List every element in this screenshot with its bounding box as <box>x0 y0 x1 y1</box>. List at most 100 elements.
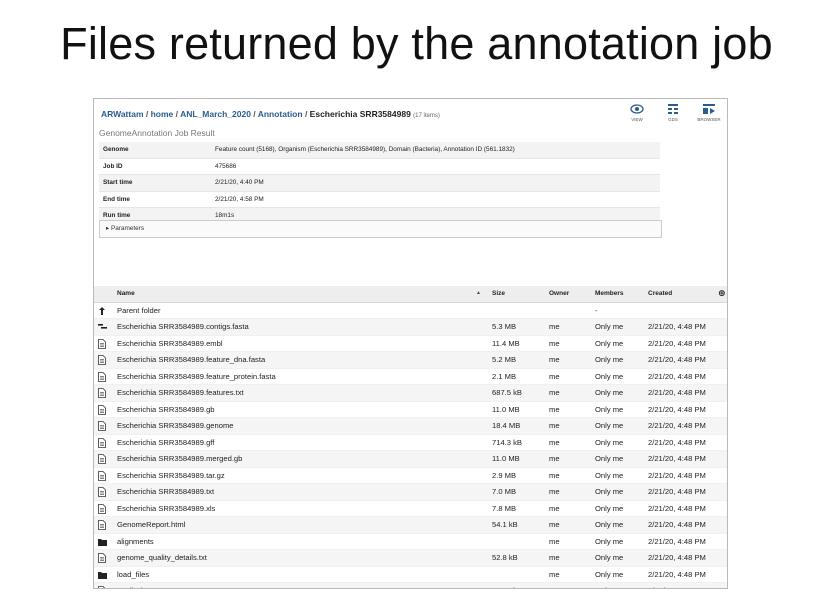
document-icon <box>97 385 107 401</box>
file-row[interactable]: Escherichia SRR3584989.contigs.fasta 5.3 … <box>94 319 727 336</box>
parent-folder-row[interactable]: Parent folder - <box>94 303 727 319</box>
file-owner: me <box>549 553 560 562</box>
view-button[interactable]: VIEW <box>623 103 651 122</box>
column-size[interactable]: Size <box>492 286 505 302</box>
job-result-title: GenomeAnnotation Job Result <box>99 128 215 138</box>
file-row[interactable]: Escherichia SRR3584989.feature_protein.f… <box>94 369 727 385</box>
file-members: Only me <box>595 553 624 562</box>
file-owner: me <box>549 388 560 397</box>
file-created: 2/21/20, 4:48 PM <box>648 454 706 463</box>
file-created: 2/21/20, 4:48 PM <box>648 404 706 414</box>
file-name: Escherichia SRR3584989.txt <box>117 487 215 496</box>
file-created: 2/21/20, 4:48 PM <box>648 371 706 381</box>
file-row[interactable]: Escherichia SRR3584989.gb 11.0 MB me Only m… <box>94 402 727 418</box>
file-row[interactable]: Escherichia SRR3584989.features.txt 687.5… <box>94 385 727 402</box>
column-created[interactable]: Created <box>648 286 672 302</box>
document-icon <box>97 435 107 451</box>
browser-button[interactable]: BROWSER <box>695 103 723 122</box>
file-name: Escherichia SRR3584989.genome <box>117 421 234 430</box>
file-row[interactable]: Escherichia SRR3584989.tar.gz 2.9 MB me Onl… <box>94 468 727 484</box>
job-meta-row: Start time 2/21/20, 4:40 PM <box>99 174 660 192</box>
breadcrumb-subfolder[interactable]: Annotation <box>258 109 303 119</box>
job-meta-row: End time 2/21/20, 4:58 PM <box>99 191 660 208</box>
breadcrumb-current: Escherichia SRR3584989 <box>309 109 411 119</box>
parameters-toggle[interactable]: ▸ Parameters <box>99 220 662 238</box>
document-icon <box>97 583 107 588</box>
file-members: Only me <box>595 355 624 364</box>
file-name: GenomeReport.html <box>117 520 186 529</box>
file-row[interactable]: Escherichia SRR3584989.xls 7.8 MB me Only m… <box>94 501 727 517</box>
breadcrumb: ARWattam / home / ANL_March_2020 / Annot… <box>101 109 440 119</box>
file-size: 5.3 MB <box>492 322 517 331</box>
job-meta-row: Job ID 475686 <box>99 158 660 175</box>
file-name: genome_quality_details.txt <box>117 553 207 562</box>
column-name[interactable]: Name <box>117 286 135 302</box>
file-name: Escherichia SRR3584989.tar.gz <box>117 470 225 480</box>
job-meta-value: 2/21/20, 4:40 PM <box>211 174 660 192</box>
breadcrumb-home[interactable]: home <box>151 109 174 119</box>
document-icon <box>97 517 107 533</box>
folder-icon <box>97 567 107 583</box>
job-metadata-table: Genome Feature count (5168), Organism (Es… <box>99 142 660 225</box>
sort-ascending-icon[interactable]: ▲ <box>476 286 481 302</box>
file-row[interactable]: load_files me Only me 2/21/20, 4:48 PM <box>94 567 727 583</box>
file-created: 2/21/20, 4:48 PM <box>648 553 706 562</box>
file-row[interactable]: Escherichia SRR3584989.genome 18.4 MB me On… <box>94 418 727 435</box>
file-name: Escherichia SRR3584989.contigs.fasta <box>117 322 249 331</box>
file-name: Escherichia SRR3584989.merged.gb <box>117 454 243 463</box>
folder-icon <box>97 534 107 550</box>
file-created: 2/21/20, 4:48 PM <box>648 437 706 447</box>
grid-icon <box>668 104 678 114</box>
file-row[interactable]: Escherichia SRR3584989.txt 7.0 MB me Only m… <box>94 484 727 501</box>
file-size: 526.4 kB <box>492 583 522 588</box>
file-size: 54.1 kB <box>492 520 518 529</box>
document-icon <box>97 352 107 368</box>
file-owner: me <box>549 454 560 463</box>
column-owner[interactable]: Owner <box>549 286 569 302</box>
parent-folder-icon <box>97 303 107 319</box>
file-members: Only me <box>595 404 624 414</box>
file-members: Only me <box>595 437 624 447</box>
file-owner: me <box>549 487 560 496</box>
file-members: Only me <box>595 371 624 381</box>
file-row[interactable]: alignments me Only me 2/21/20, 4:48 PM <box>94 534 727 550</box>
job-meta-key: End time <box>99 191 211 208</box>
file-row[interactable]: Escherichia SRR3584989.gff 714.3 kB me Only… <box>94 435 727 451</box>
file-owner: me <box>549 404 560 414</box>
breadcrumb-user[interactable]: ARWattam <box>101 109 144 119</box>
file-row[interactable]: genome_quality_details.txt 52.8 kB me Only … <box>94 550 727 567</box>
file-name: Escherichia SRR3584989.gff <box>117 437 215 447</box>
document-icon <box>97 550 107 566</box>
file-row[interactable]: GenomeReport.html 54.1 kB me Only me 2/21/20… <box>94 517 727 534</box>
gds-button[interactable]: GDS <box>659 103 687 122</box>
file-members: Only me <box>595 322 624 331</box>
file-members: Only me <box>595 583 623 588</box>
add-column-icon[interactable]: ⊕ <box>718 286 726 302</box>
file-created: 2/21/20, 4:48 PM <box>648 322 706 331</box>
file-size: 2.9 MB <box>492 470 517 480</box>
file-row[interactable]: quality.json 526.4 kB me Only me 2/21/20, 4:… <box>94 583 727 588</box>
file-owner: me <box>549 322 560 331</box>
document-icon <box>97 402 107 418</box>
file-size: 5.2 MB <box>492 355 517 364</box>
file-size: 7.8 MB <box>492 503 517 513</box>
file-name: Escherichia SRR3584989.features.txt <box>117 388 244 397</box>
file-name: Escherichia SRR3584989.gb <box>117 404 215 414</box>
file-created: 2/21/20, 4:48 PM <box>648 503 706 513</box>
file-row[interactable]: Escherichia SRR3584989.embl 11.4 MB me Only… <box>94 336 727 352</box>
file-size: 714.3 kB <box>492 437 522 447</box>
breadcrumb-folder[interactable]: ANL_March_2020 <box>180 109 251 119</box>
file-owner: me <box>549 569 560 579</box>
column-members[interactable]: Members <box>595 286 624 302</box>
document-icon <box>97 484 107 500</box>
file-members: Only me <box>595 503 624 513</box>
file-members: Only me <box>595 454 624 463</box>
file-members: Only me <box>595 520 624 529</box>
file-row[interactable]: Escherichia SRR3584989.feature_dna.fasta… <box>94 352 727 369</box>
file-owner: me <box>549 338 560 348</box>
file-owner: me <box>549 536 560 546</box>
job-meta-row: Genome Feature count (5168), Organism (Es… <box>99 142 660 159</box>
file-owner: me <box>549 470 560 480</box>
file-row[interactable]: Escherichia SRR3584989.merged.gb 11.0 MB m… <box>94 451 727 468</box>
parent-folder-label: Parent folder <box>117 305 161 315</box>
